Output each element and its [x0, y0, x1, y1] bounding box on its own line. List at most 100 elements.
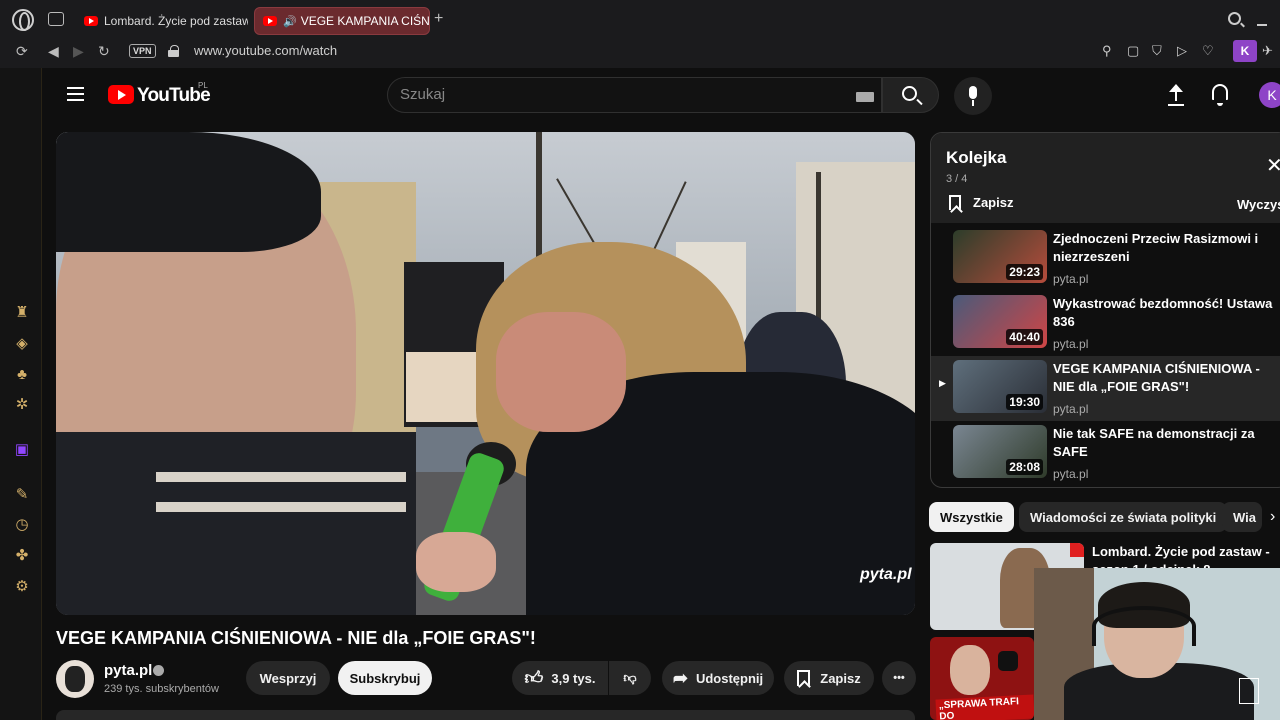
sidebar-star-icon[interactable]: ✲: [13, 396, 31, 414]
chip-all[interactable]: Wszystkie: [929, 502, 1014, 532]
save-button[interactable]: Zapisz: [784, 661, 874, 695]
queue-position: 3 / 4: [946, 173, 968, 185]
player-icon[interactable]: ▷: [1177, 43, 1187, 59]
sidebar-extensions-icon[interactable]: ✤: [13, 547, 31, 565]
new-tab-button[interactable]: +: [434, 10, 443, 28]
tab-manager-icon[interactable]: [48, 12, 64, 26]
lock-icon[interactable]: [168, 45, 179, 57]
close-queue-icon[interactable]: ✕: [1266, 153, 1280, 178]
extension-icon[interactable]: ✈: [1262, 43, 1273, 59]
url-field[interactable]: www.youtube.com/watch: [194, 43, 337, 58]
voice-search-button[interactable]: [954, 77, 992, 115]
queue-item-channel[interactable]: pyta.pl: [1053, 467, 1088, 481]
queue-item-title: Wykastrować bezdomność! Ustawa 836: [1053, 296, 1273, 329]
subscribe-label: Subskrybuj: [349, 670, 421, 686]
sidebar-pin-icon[interactable]: ✎: [13, 486, 31, 504]
back-icon[interactable]: ◀: [48, 43, 59, 60]
reload-icon[interactable]: ↻: [98, 43, 110, 60]
vpn-badge[interactable]: VPN: [129, 44, 156, 58]
queue-item-thumbnail: 29:23: [953, 230, 1047, 283]
upload-icon-base: [1168, 104, 1184, 106]
description-box[interactable]: [56, 710, 915, 720]
queue-item-channel[interactable]: pyta.pl: [1053, 272, 1088, 286]
webcam-headset: [1092, 606, 1196, 646]
sidebar-messenger-icon[interactable]: ◈: [13, 335, 31, 353]
queue-item-channel[interactable]: pyta.pl: [1053, 402, 1088, 416]
account-avatar[interactable]: K: [1259, 82, 1280, 108]
verified-icon: [153, 665, 164, 676]
shield-icon[interactable]: ⛉: [1152, 43, 1162, 59]
sidebar-aria-icon[interactable]: ♜: [13, 304, 31, 322]
search-button[interactable]: [882, 77, 939, 113]
video-frame-hand: [416, 532, 496, 592]
queue-item-current[interactable]: ▶ 19:30 VEGE KAMPANIA CIŚNIENIOWA - NIE …: [931, 356, 1280, 421]
queue-item[interactable]: 28:08 Nie tak SAFE na demonstracji za SA…: [931, 421, 1280, 486]
queue-panel: Kolejka 3 / 4 ✕ Zapisz Wyczyść 29:23 Zje…: [930, 132, 1280, 488]
share-button[interactable]: ➦ Udostępnij: [662, 661, 774, 695]
queue-save-button[interactable]: Zapisz: [949, 195, 1013, 210]
dislike-button[interactable]: 👎︎: [609, 661, 651, 695]
pin-icon[interactable]: ⚲: [1102, 43, 1112, 59]
queue-header: Kolejka 3 / 4 ✕ Zapisz Wyczyść: [931, 133, 1280, 223]
support-button[interactable]: Wesprzyj: [246, 661, 330, 695]
sidebar-history-icon[interactable]: ◷: [13, 516, 31, 534]
video-frame-person-face: [496, 312, 626, 432]
reload-tabs-icon[interactable]: ⟳: [16, 43, 28, 60]
now-playing-icon: ▶: [939, 378, 946, 388]
search-box: [387, 77, 882, 113]
menu-icon[interactable]: [67, 87, 84, 101]
sidebar-settings-icon[interactable]: ⚙: [13, 578, 31, 596]
more-icon: •••: [893, 672, 905, 684]
video-frame-interviewer-coat: [56, 432, 416, 615]
youtube-logo-icon[interactable]: [108, 85, 134, 104]
chip-partial[interactable]: Wia: [1222, 502, 1262, 532]
like-button[interactable]: 👍︎ 3,9 tys.: [512, 661, 608, 695]
subscribe-button[interactable]: Subskrybuj: [338, 661, 432, 695]
tab-vege-kampania[interactable]: 🔊 VEGE KAMPANIA CIŚNIE: [254, 7, 430, 35]
bookmark-icon: [949, 195, 961, 210]
queue-clear-button[interactable]: Wyczyść: [1237, 197, 1280, 212]
tab-title: VEGE KAMPANIA CIŚNIE: [300, 14, 430, 28]
video-watermark: pyta.pl: [860, 566, 912, 583]
queue-item[interactable]: 40:40 Wykastrować bezdomność! Ustawa 836…: [931, 291, 1280, 356]
heart-icon[interactable]: ♡: [1202, 43, 1214, 59]
browser-chrome: Lombard. Życie pod zastaw 🔊 VEGE KAMPANI…: [0, 0, 1280, 68]
queue-item-title: VEGE KAMPANIA CIŚNIENIOWA - NIE dla „FOI…: [1053, 361, 1260, 394]
search-input[interactable]: [400, 86, 830, 103]
queue-item-channel[interactable]: pyta.pl: [1053, 337, 1088, 351]
video-frame-beanie: [56, 132, 321, 252]
address-bar: ⟳ ◀ ▶ ↻ VPN www.youtube.com/watch ⚲ ▢ ⛉ …: [0, 40, 1280, 68]
notifications-bell-icon[interactable]: [1212, 84, 1228, 106]
speaker-icon[interactable]: 🔊: [283, 15, 297, 28]
video-player[interactable]: pyta.pl: [56, 132, 915, 615]
upload-icon[interactable]: [1166, 84, 1186, 106]
chip-politics-news[interactable]: Wiadomości ze świata polityki: [1019, 502, 1228, 532]
forward-icon[interactable]: ▶: [73, 43, 84, 60]
sidebar-twitch-icon[interactable]: ▣: [13, 441, 31, 459]
more-actions-button[interactable]: •••: [882, 661, 916, 695]
recommendation-thumbnail[interactable]: „SPRAWA TRAFI DO: [930, 637, 1034, 720]
keyboard-icon[interactable]: [856, 92, 874, 102]
channel-name[interactable]: pyta.pl: [104, 662, 152, 679]
sidebar-music-icon[interactable]: ♣: [13, 366, 31, 384]
tab-lombard[interactable]: Lombard. Życie pod zastaw: [76, 7, 248, 35]
video-title: VEGE KAMPANIA CIŚNIENIOWA - NIE dla „FOI…: [56, 628, 536, 648]
queue-item-duration: 28:08: [1006, 459, 1043, 475]
minimize-icon[interactable]: [1257, 24, 1267, 26]
queue-item-duration: 40:40: [1006, 329, 1043, 345]
snapshot-icon[interactable]: ▢: [1127, 43, 1139, 59]
channel-avatar[interactable]: [56, 660, 94, 698]
recommendation-title-line1: Lombard. Życie pod zastaw -: [1092, 544, 1270, 559]
chevron-right-icon[interactable]: ›: [1270, 508, 1275, 526]
queue-item-title: Zjednoczeni Przeciw Rasizmowi i niezrzes…: [1053, 231, 1259, 264]
profile-avatar[interactable]: K: [1233, 40, 1257, 62]
like-count: 3,9 tys.: [551, 670, 596, 686]
thumbs-up-icon: 👍︎: [524, 668, 544, 688]
opera-logo-icon[interactable]: [12, 9, 34, 31]
expand-icon[interactable]: [1239, 678, 1259, 704]
queue-save-label: Zapisz: [973, 195, 1014, 210]
tab-title: Lombard. Życie pod zastaw: [104, 14, 248, 28]
tab-search-icon[interactable]: [1228, 12, 1241, 25]
queue-item-duration: 29:23: [1006, 264, 1043, 280]
queue-item[interactable]: 29:23 Zjednoczeni Przeciw Rasizmowi i ni…: [931, 226, 1280, 291]
